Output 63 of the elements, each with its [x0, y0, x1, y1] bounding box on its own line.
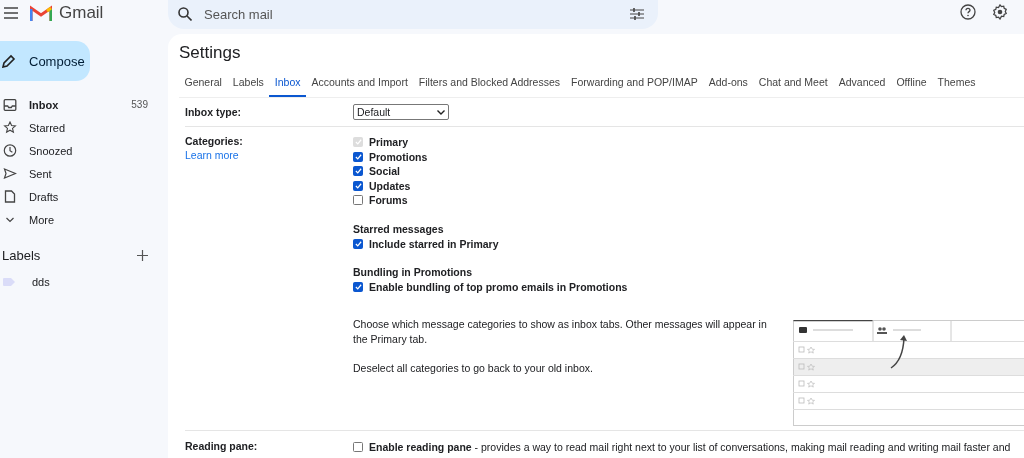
- settings-tab[interactable]: Filters and Blocked Addresses: [413, 74, 566, 95]
- plus-icon[interactable]: [137, 250, 148, 261]
- star-icon: [3, 121, 17, 134]
- option-checkbox[interactable]: [353, 238, 363, 249]
- category-checkbox[interactable]: [353, 180, 363, 191]
- description-text: Choose which message categories to show as inbox tabs. Other messages will appear in the Primary tab.: [353, 316, 768, 347]
- inbox-type-label: Inbox type:: [185, 106, 242, 118]
- settings-tab[interactable]: Chat and Meet: [753, 74, 834, 95]
- search-field[interactable]: Search mail: [202, 5, 620, 23]
- settings-title: Settings: [179, 43, 242, 63]
- category-checkbox[interactable]: [353, 195, 363, 206]
- group-heading: Bundling in Promotions: [353, 266, 473, 278]
- chevron-down-icon: [437, 109, 445, 115]
- group-heading: Starred messages: [353, 222, 445, 235]
- description-text: Deselect all categories to go back to your old inbox.: [353, 360, 594, 376]
- settings-tab[interactable]: Advanced: [833, 74, 891, 95]
- nav-item[interactable]: Starred: [0, 116, 168, 139]
- inbox-icon: [3, 98, 17, 111]
- label-item[interactable]: dds: [32, 276, 50, 288]
- nav-item[interactable]: Drafts: [0, 185, 168, 208]
- labels-heading: Labels: [2, 248, 41, 263]
- help-icon[interactable]: [960, 4, 976, 20]
- settings-tab[interactable]: Accounts and Import: [306, 74, 414, 95]
- nav-item[interactable]: Inbox 539: [0, 93, 168, 116]
- category-checkbox[interactable]: [353, 151, 363, 162]
- option-label: Include starred in Primary: [369, 237, 499, 250]
- category-option-label: Forums: [369, 194, 408, 207]
- nav-item[interactable]: More: [0, 208, 168, 231]
- nav-item[interactable]: Snoozed: [0, 139, 168, 162]
- settings-tab[interactable]: Offline: [890, 74, 933, 95]
- category-option-label: Updates: [369, 179, 411, 192]
- settings-icon[interactable]: [992, 4, 1008, 20]
- filter-sliders-icon[interactable]: [630, 8, 644, 20]
- category-option-label: Promotions: [369, 150, 428, 163]
- category-checkbox[interactable]: [353, 166, 363, 177]
- settings-tab[interactable]: Themes: [932, 74, 981, 95]
- reading-pane-description: Enable reading pane - provides a way to read mail right next to your list of conversations, making mail reading and writing mail faster and: [369, 441, 1011, 454]
- learn-more-link[interactable]: Learn more: [185, 149, 353, 161]
- chevron-down-icon: [3, 216, 17, 223]
- clock-icon: [3, 144, 17, 157]
- settings-tab[interactable]: Forwarding and POP/IMAP: [565, 74, 704, 95]
- search-icon: [178, 7, 192, 21]
- reading-pane-label: Reading pane:: [185, 440, 259, 454]
- menu-icon[interactable]: [4, 7, 18, 19]
- settings-tab[interactable]: Inbox: [269, 74, 306, 97]
- app-name: Gmail: [59, 3, 104, 23]
- send-icon: [3, 168, 17, 179]
- reading-pane-checkbox[interactable]: [353, 442, 363, 453]
- settings-tab[interactable]: Labels: [227, 74, 270, 95]
- option-checkbox[interactable]: [353, 282, 363, 293]
- settings-tab[interactable]: Add-ons: [703, 74, 754, 95]
- search-bar[interactable]: Search mail: [168, 0, 658, 29]
- compose-button[interactable]: Compose: [0, 41, 90, 81]
- document-icon: [3, 190, 17, 203]
- categories-label: Categories:: [185, 135, 244, 147]
- category-option-label: Social: [369, 165, 400, 178]
- category-option-label: Primary: [369, 136, 409, 149]
- inbox-type-dropdown[interactable]: Default: [353, 104, 449, 120]
- settings-tab[interactable]: General: [179, 74, 228, 95]
- pencil-icon: [2, 54, 16, 68]
- gmail-logo-icon: [30, 4, 52, 22]
- nav-item[interactable]: Sent: [0, 162, 168, 185]
- option-label: Enable bundling of top promo emails in Promotions: [369, 281, 628, 294]
